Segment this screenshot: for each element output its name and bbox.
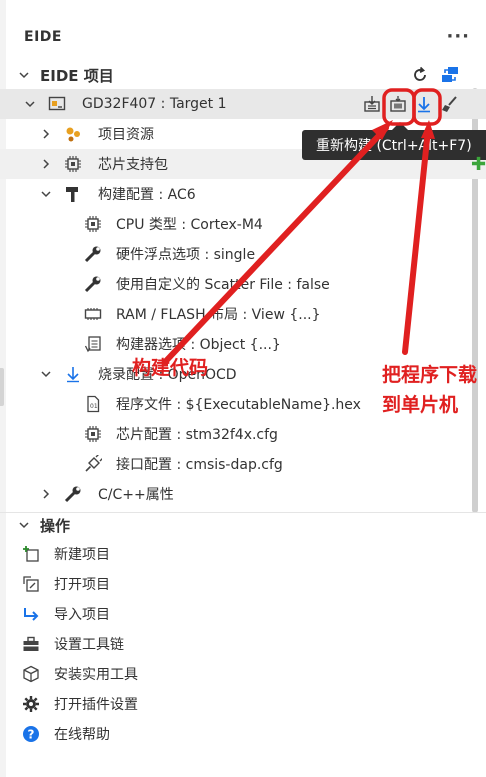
op-label: 设置工具链 [54, 637, 124, 653]
wrench-icon [84, 275, 102, 293]
tree-item-cpu[interactable]: CPU 类型 : Cortex-M4 [0, 209, 486, 239]
tree-item-scatter[interactable]: 使用自定义的 Scatter File : false [0, 269, 486, 299]
tree-item-cpp-properties[interactable]: C/C++属性 [0, 479, 486, 509]
chevron-down-icon [19, 72, 29, 79]
tree-item-label: RAM / FLASH 布局 : View {...} [116, 307, 321, 323]
tree-item-label: 构建配置 : AC6 [98, 187, 196, 203]
chevron-right-icon [43, 159, 50, 169]
op-online-help[interactable]: ? 在线帮助 [0, 719, 486, 749]
tree-item-memory[interactable]: RAM / FLASH 布局 : View {...} [0, 299, 486, 329]
tree-item-label: 程序文件 : ${ExecutableName}.hex [116, 397, 361, 413]
section-operations[interactable]: 操作 [0, 510, 486, 540]
tree-item-fpu[interactable]: 硬件浮点选项 : single [0, 239, 486, 269]
chip-icon [84, 215, 102, 233]
target-label: GD32F407 : Target 1 [82, 96, 227, 112]
wrench-icon [84, 245, 102, 263]
help-icon: ? [22, 725, 40, 743]
section-eide-project[interactable]: EIDE 项目 [0, 60, 486, 90]
chevron-down-icon [19, 522, 29, 529]
op-open-project[interactable]: 打开项目 [0, 569, 486, 599]
svg-text:?: ? [28, 728, 35, 742]
workspace-icon[interactable] [440, 64, 460, 86]
op-label: 导入项目 [54, 607, 110, 623]
annotation-download: 把程序下载到单片机 [382, 364, 478, 416]
refresh-icon[interactable] [410, 64, 430, 86]
memory-icon [84, 305, 102, 323]
op-new-project[interactable]: 新建项目 [0, 539, 486, 569]
open-project-icon [22, 575, 40, 593]
rebuild-tooltip: 重新构建 (Ctrl+Alt+F7) [302, 130, 486, 160]
svg-text:01: 01 [90, 403, 98, 410]
tree-item-label: 芯片配置 : stm32f4x.cfg [116, 427, 278, 443]
op-label: 在线帮助 [54, 727, 110, 743]
tree-item-builder-options[interactable]: 构建器选项 : Object {...} [0, 329, 486, 359]
package-icon [22, 665, 40, 683]
op-label: 打开插件设置 [54, 697, 138, 713]
op-label: 安装实用工具 [54, 667, 138, 683]
chevron-down-icon [25, 101, 35, 108]
plus-icon: ✚ [471, 154, 486, 175]
rebuild-icon[interactable] [388, 93, 408, 115]
op-label: 打开项目 [54, 577, 110, 593]
chevron-down-icon [41, 191, 51, 198]
tree-item-label: 项目资源 [98, 127, 154, 143]
op-plugin-settings[interactable]: 打开插件设置 [0, 689, 486, 719]
section-label: 操作 [40, 516, 71, 535]
tooltip-arrow [392, 122, 408, 130]
download-icon [64, 365, 82, 383]
op-label: 新建项目 [54, 547, 110, 563]
options-icon [84, 335, 102, 353]
file-icon: 01 [84, 395, 102, 413]
panel-header: EIDE ··· [24, 22, 470, 52]
tree-item-interface-config[interactable]: 接口配置 : cmsis-dap.cfg [0, 449, 486, 479]
gear-icon [22, 695, 40, 713]
op-set-toolchain[interactable]: 设置工具链 [0, 629, 486, 659]
wrench-icon [64, 485, 82, 503]
target-actions [362, 93, 460, 115]
new-project-icon [22, 545, 40, 563]
target-item[interactable]: GD32F407 : Target 1 [0, 89, 486, 119]
tree-item-label: 使用自定义的 Scatter File : false [116, 277, 330, 293]
tree-item-chip-config[interactable]: 芯片配置 : stm32f4x.cfg [0, 419, 486, 449]
panel-title: EIDE [24, 29, 62, 45]
tree-item-label: 芯片支持包 [98, 157, 168, 173]
chevron-down-icon [41, 371, 51, 378]
resources-icon [64, 125, 82, 143]
chip-icon [64, 155, 82, 173]
build-icon[interactable] [362, 93, 382, 115]
op-import-project[interactable]: 导入项目 [0, 599, 486, 629]
import-icon [22, 605, 40, 623]
hammer-icon [64, 185, 82, 203]
chevron-right-icon [43, 489, 50, 499]
toolbox-icon [22, 635, 40, 653]
chip-icon [84, 425, 102, 443]
plug-icon [84, 455, 102, 473]
annotation-build-code: 构建代码 [132, 357, 209, 379]
tree-item-label: 硬件浮点选项 : single [116, 247, 256, 263]
tree-item-label: 构建器选项 : Object {...} [116, 337, 281, 353]
tree-item-label: C/C++属性 [98, 487, 174, 503]
section-actions [410, 64, 460, 86]
download-icon[interactable] [414, 93, 434, 115]
broom-icon[interactable] [440, 93, 460, 115]
op-install-utilities[interactable]: 安装实用工具 [0, 659, 486, 689]
section-label: EIDE 项目 [40, 66, 114, 85]
tree-item-label: CPU 类型 : Cortex-M4 [116, 217, 263, 233]
target-icon [48, 95, 66, 113]
tree-item-label: 接口配置 : cmsis-dap.cfg [116, 457, 283, 473]
tree-item-build-config[interactable]: 构建配置 : AC6 [0, 179, 486, 209]
chevron-right-icon [43, 129, 50, 139]
more-actions-button[interactable]: ··· [446, 28, 470, 46]
